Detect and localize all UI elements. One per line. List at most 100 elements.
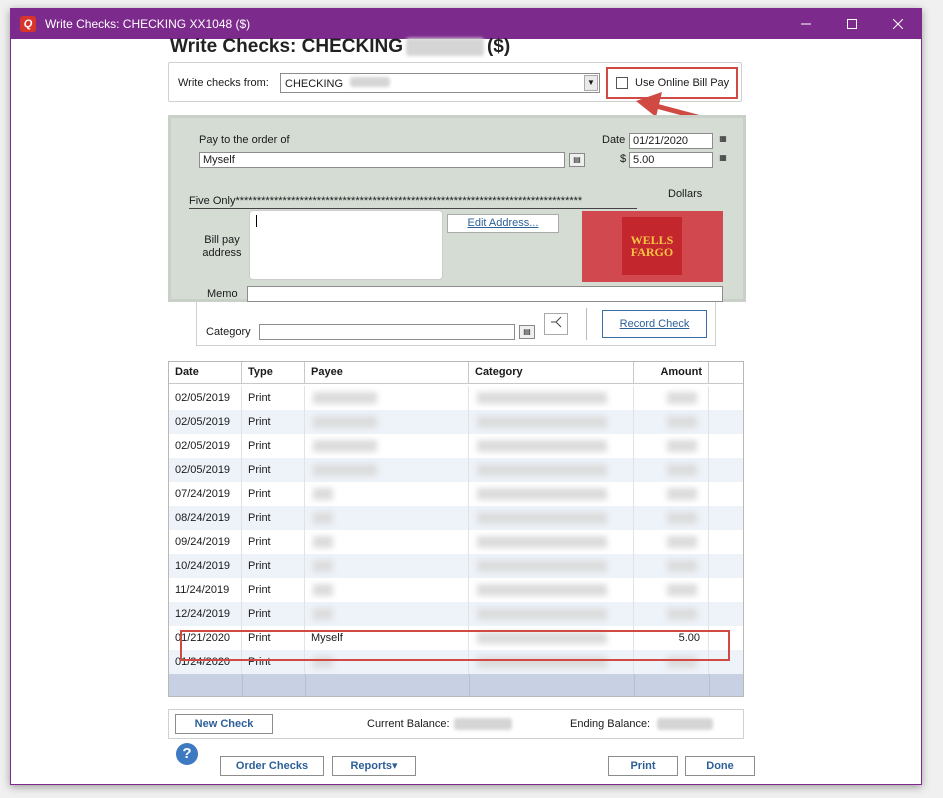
table-row[interactable]: 02/05/2019 Print [169,386,743,410]
table-row[interactable]: 09/24/2019 Print [169,530,743,554]
bill-pay-address-field[interactable] [249,210,443,280]
redacted-value [667,416,697,428]
category-list-icon[interactable]: ▤ [519,325,535,339]
cell-date: 02/05/2019 [169,434,242,458]
calculator-icon[interactable]: ▦ [715,152,731,166]
payee-list-icon[interactable]: ▤ [569,153,585,167]
bill-pay-address-label: Bill pay address [202,234,242,259]
separator [586,308,587,340]
table-row[interactable]: 02/05/2019 Print [169,458,743,482]
check-form: Pay to the order of Myself ▤ Date 01/21/… [168,115,746,302]
column-type[interactable]: Type [242,362,305,384]
redacted-value [667,440,697,452]
column-payee[interactable]: Payee [305,362,469,384]
cell-date: 10/24/2019 [169,554,242,578]
memo-field[interactable] [247,286,723,302]
column-date[interactable]: Date [169,362,242,384]
done-button[interactable]: Done [685,756,755,776]
redacted-value [313,512,333,524]
date-field[interactable]: 01/21/2020 [629,133,713,149]
redacted-value [667,488,697,500]
help-icon[interactable]: ? [176,743,198,765]
cell-type: Print [242,410,305,434]
cell-type: Print [242,458,305,482]
redacted-value [313,464,377,476]
balance-bar: New Check Current Balance: Ending Balanc… [168,709,744,739]
cell-date: 11/24/2019 [169,578,242,602]
category-panel: Category ▤ Record Check [196,302,716,346]
redacted-value [313,608,333,620]
cell-date: 09/24/2019 [169,530,242,554]
redacted-value [477,488,607,500]
redacted-value [313,560,333,572]
column-category[interactable]: Category [469,362,634,384]
wells-fargo-logo: WELLS FARGO [622,217,682,275]
new-entry-row[interactable] [169,674,743,696]
redacted-value [667,392,697,404]
cell-date: 12/24/2019 [169,602,242,626]
table-row[interactable]: 10/24/2019 Print [169,554,743,578]
redacted-value [477,560,607,572]
table-row[interactable]: 11/24/2019 Print [169,578,743,602]
cell-type: Print [242,530,305,554]
redacted-value [313,488,333,500]
register-header: Date Type Payee Category Amount [169,362,743,384]
redacted-value [667,512,697,524]
current-balance-value [454,718,512,730]
redacted-value [477,440,607,452]
print-button[interactable]: Print [608,756,678,776]
table-row[interactable]: 02/05/2019 Print [169,434,743,458]
cell-type: Print [242,554,305,578]
record-check-button[interactable]: Record Check [602,310,707,338]
category-field[interactable] [259,324,515,340]
cell-date: 02/05/2019 [169,410,242,434]
redacted-value [477,536,607,548]
column-amount[interactable]: Amount [634,362,709,384]
redacted-value [313,440,377,452]
chevron-down-icon: ▾ [392,760,398,772]
new-check-button[interactable]: New Check [175,714,273,734]
table-row[interactable]: 07/24/2019 Print [169,482,743,506]
redacted-value [667,536,697,548]
redacted-value [477,584,607,596]
redacted-value [477,464,607,476]
cell-type: Print [242,506,305,530]
order-checks-button[interactable]: Order Checks [220,756,324,776]
amount-field[interactable]: 5.00 [629,152,713,168]
memo-label: Memo [207,288,238,300]
split-transaction-button[interactable] [544,313,568,335]
cell-date: 08/24/2019 [169,506,242,530]
calendar-icon[interactable]: ▦ [715,133,731,147]
redacted-value [667,608,697,620]
table-row[interactable]: 02/05/2019 Print [169,410,743,434]
table-row[interactable]: 08/24/2019 Print [169,506,743,530]
cell-date: 07/24/2019 [169,482,242,506]
edit-address-button[interactable]: Edit Address... [447,214,559,233]
redacted-value [313,536,333,548]
ending-balance-value [657,718,713,730]
reports-button[interactable]: Reports▾ [332,756,416,776]
cell-type: Print [242,386,305,410]
category-label: Category [206,326,251,338]
pay-to-label: Pay to the order of [199,134,290,146]
redacted-value [667,560,697,572]
cell-type: Print [242,482,305,506]
ending-balance-label: Ending Balance: [570,718,651,730]
redacted-value [313,392,377,404]
highlighted-row-annotation [180,630,730,661]
redacted-value [477,392,607,404]
cell-type: Print [242,434,305,458]
redacted-value [477,416,607,428]
redacted-value [667,464,697,476]
cell-type: Print [242,602,305,626]
date-label: Date [602,134,626,146]
payee-field[interactable]: Myself [199,152,565,168]
redacted-value [313,584,333,596]
redacted-value [313,416,377,428]
dollar-sign-label: $ [620,153,627,165]
table-row[interactable]: 12/24/2019 Print [169,602,743,626]
redacted-value [667,584,697,596]
redacted-value [477,512,607,524]
current-balance-label: Current Balance: [367,718,450,730]
text-cursor [256,215,257,227]
